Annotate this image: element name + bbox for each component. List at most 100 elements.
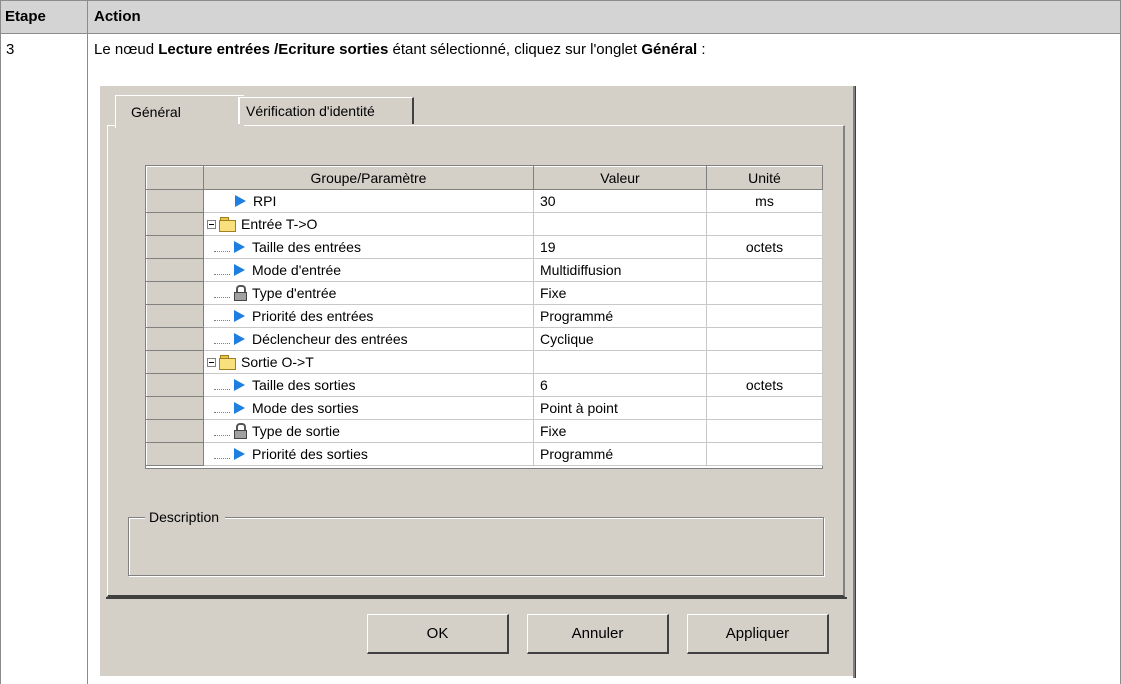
row-header [146,373,204,397]
play-icon [234,333,245,345]
description-box[interactable] [128,517,824,576]
table-border-top [0,0,1121,1]
instruction-part1: Le nœud [94,41,159,58]
dialog-right-shadow [855,86,856,678]
row-header [146,212,204,236]
description-label: Description [145,509,226,525]
apply-button[interactable]: Appliquer [687,614,829,654]
tree-connector [214,449,230,459]
collapse-toggle-icon[interactable] [207,219,216,229]
param-name: Déclencheur des entrées [252,331,408,347]
column-header-value[interactable]: Valeur [533,166,707,190]
play-icon [234,264,245,276]
param-name: Mode d'entrée [252,262,342,278]
param-cell[interactable]: Mode des sorties [203,396,534,420]
unit-cell [706,396,823,420]
param-name: Type d'entrée [252,285,337,301]
table-row[interactable]: Priorité des entrées Programmé [146,304,823,328]
grid-header-row: Groupe/Paramètre Valeur Unité [146,166,823,190]
table-row[interactable]: Taille des sorties 6 octets [146,373,823,397]
header-step: Etape [5,8,46,25]
tree-connector [214,311,230,321]
param-cell[interactable]: Taille des sorties [203,373,534,397]
lock-icon [234,285,248,301]
param-cell[interactable]: Taille des entrées [203,235,534,259]
tree-connector [214,403,230,413]
collapse-toggle-icon[interactable] [207,357,216,367]
value-cell[interactable]: Cyclique [533,327,707,351]
value-cell[interactable]: 30 [533,189,707,213]
param-name: Taille des entrées [252,239,361,255]
table-row[interactable]: Mode d'entrée Multidiffusion [146,258,823,282]
row-header [146,442,204,466]
param-name: Priorité des sorties [252,446,368,462]
step-number: 3 [6,41,15,58]
column-header-unit[interactable]: Unité [706,166,823,190]
value-cell[interactable]: Programmé [533,304,707,328]
unit-cell [706,212,823,236]
value-cell[interactable]: Point à point [533,396,707,420]
tree-connector [214,242,230,252]
row-header [146,419,204,443]
cancel-button[interactable]: Annuler [527,614,669,654]
folder-icon [219,354,237,370]
table-row[interactable]: Mode des sorties Point à point [146,396,823,420]
tree-connector [214,265,230,275]
table-row[interactable]: Entrée T->O [146,212,823,236]
row-header [146,327,204,351]
play-icon [234,241,245,253]
param-cell[interactable]: Déclencheur des entrées [203,327,534,351]
parameter-grid: Groupe/Paramètre Valeur Unité RPI 30 ms [145,165,823,469]
value-cell [533,212,707,236]
value-cell[interactable]: Multidiffusion [533,258,707,282]
value-cell: Fixe [533,419,707,443]
table-row[interactable]: Taille des entrées 19 octets [146,235,823,259]
value-cell[interactable]: 6 [533,373,707,397]
header-action: Action [94,8,141,25]
instruction-node-name: Lecture entrées /Ecriture sorties [158,41,389,58]
tab-identity-check[interactable]: Vérification d'identité [238,97,414,124]
ok-button[interactable]: OK [367,614,509,654]
param-name: Mode des sorties [252,400,359,416]
tab-identity-check-label: Vérification d'identité [246,103,375,119]
param-cell[interactable]: Priorité des sorties [203,442,534,466]
unit-cell [706,258,823,282]
tab-general[interactable]: Général [115,95,244,128]
group-name: Sortie O->T [241,354,314,370]
table-header-row [0,0,1121,33]
param-cell[interactable]: Priorité des entrées [203,304,534,328]
unit-cell: octets [706,373,823,397]
column-header-param[interactable]: Groupe/Paramètre [203,166,534,190]
tab-general-label: Général [131,104,181,120]
param-cell[interactable]: Type d'entrée [203,281,534,305]
tree-connector [214,426,230,436]
play-icon [235,195,246,207]
unit-cell [706,350,823,374]
table-row[interactable]: Type d'entrée Fixe [146,281,823,305]
param-cell[interactable]: RPI [203,189,534,213]
folder-icon [219,216,237,232]
unit-cell [706,327,823,351]
table-column-divider [87,0,88,684]
table-row[interactable]: Type de sortie Fixe [146,419,823,443]
value-cell[interactable]: 19 [533,235,707,259]
table-row[interactable]: Sortie O->T [146,350,823,374]
value-cell[interactable]: Programmé [533,442,707,466]
row-header [146,189,204,213]
table-row[interactable]: RPI 30 ms [146,189,823,213]
row-header [146,281,204,305]
param-cell[interactable]: Type de sortie [203,419,534,443]
instruction-part3: : [697,41,706,58]
row-header [146,258,204,282]
lock-icon [234,423,248,439]
param-cell[interactable]: Sortie O->T [203,350,534,374]
table-row[interactable]: Déclencheur des entrées Cyclique [146,327,823,351]
param-cell[interactable]: Mode d'entrée [203,258,534,282]
unit-cell [706,304,823,328]
row-header [146,350,204,374]
table-row[interactable]: Priorité des sorties Programmé [146,442,823,466]
row-header [146,304,204,328]
param-cell[interactable]: Entrée T->O [203,212,534,236]
play-icon [234,310,245,322]
tree-connector [214,380,230,390]
